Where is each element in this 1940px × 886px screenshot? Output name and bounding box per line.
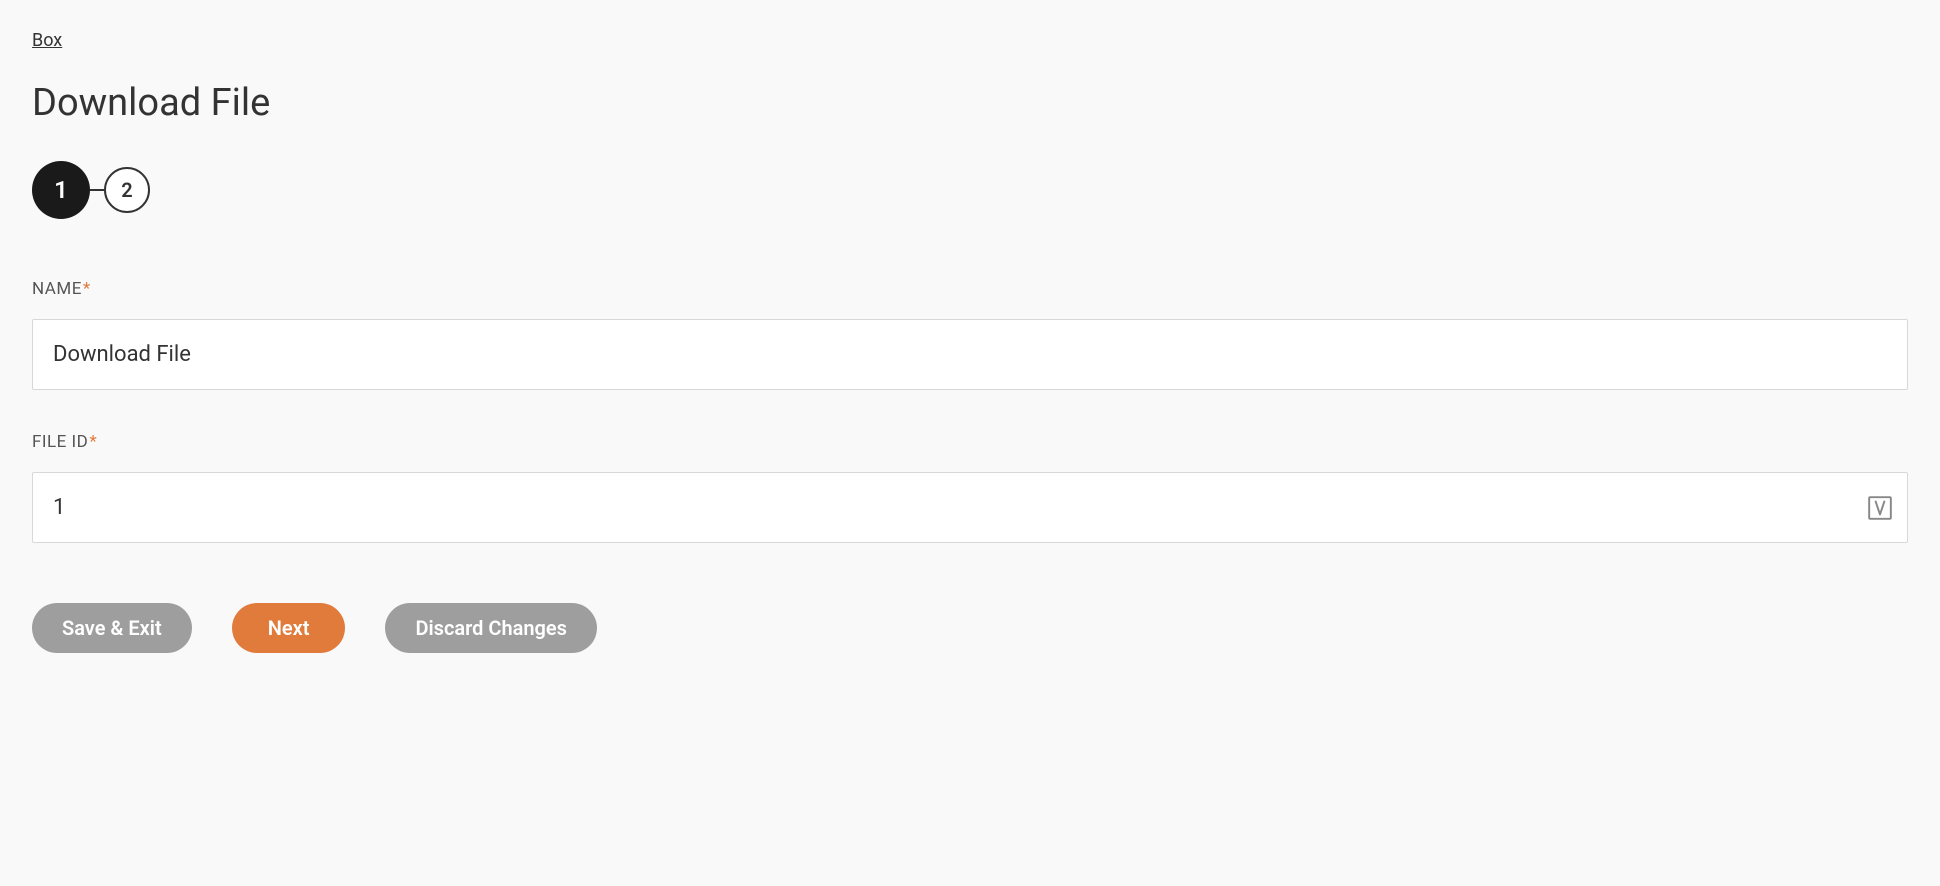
file-id-label-text: FILE ID bbox=[32, 432, 88, 452]
file-id-input[interactable] bbox=[32, 472, 1908, 543]
breadcrumb-link-box[interactable]: Box bbox=[32, 30, 62, 51]
breadcrumb: Box bbox=[32, 30, 1908, 51]
name-label-text: NAME bbox=[32, 279, 82, 299]
next-button[interactable]: Next bbox=[232, 603, 346, 653]
stepper: 1 2 bbox=[32, 161, 1908, 219]
file-id-label: FILE ID* bbox=[32, 432, 1908, 452]
save-exit-button[interactable]: Save & Exit bbox=[32, 603, 192, 653]
step-1[interactable]: 1 bbox=[32, 161, 90, 219]
discard-changes-button[interactable]: Discard Changes bbox=[385, 603, 597, 653]
form-group-name: NAME* bbox=[32, 279, 1908, 390]
form-group-file-id: FILE ID* bbox=[32, 432, 1908, 543]
step-connector bbox=[90, 189, 104, 191]
step-2[interactable]: 2 bbox=[104, 167, 150, 213]
required-asterisk: * bbox=[83, 279, 91, 299]
button-row: Save & Exit Next Discard Changes bbox=[32, 603, 1908, 653]
required-asterisk: * bbox=[89, 432, 97, 452]
variable-icon[interactable] bbox=[1867, 495, 1893, 521]
page-title: Download File bbox=[32, 81, 1908, 125]
name-input[interactable] bbox=[32, 319, 1908, 390]
file-id-input-wrapper bbox=[32, 472, 1908, 543]
name-label: NAME* bbox=[32, 279, 1908, 299]
